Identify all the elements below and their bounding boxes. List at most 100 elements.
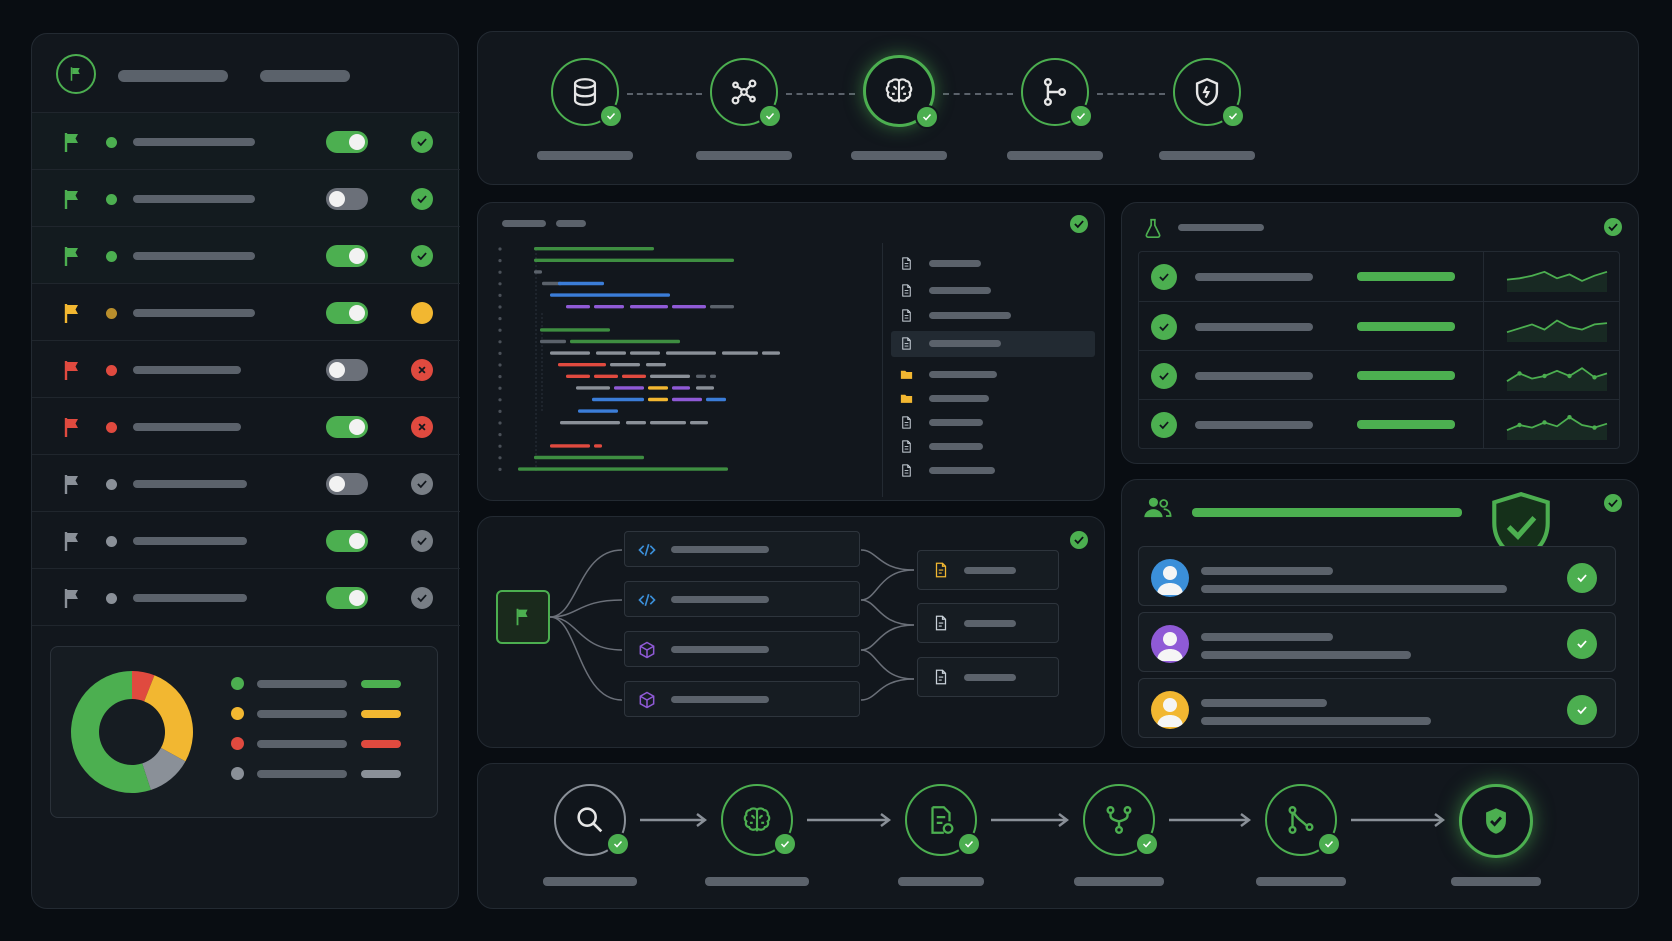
line-gutter-dot — [498, 456, 502, 460]
flag-toggle[interactable] — [326, 245, 368, 267]
donut-segment — [144, 675, 193, 762]
legend-value-bar — [361, 770, 401, 778]
file-icon — [899, 256, 914, 275]
flag-toggle[interactable] — [326, 359, 368, 381]
shield-icon — [1190, 75, 1224, 109]
flag-row[interactable] — [32, 226, 460, 283]
tests-title-placeholder — [1178, 224, 1264, 231]
legend-label-placeholder — [257, 740, 347, 748]
code-view[interactable] — [496, 243, 876, 493]
flag-toggle[interactable] — [326, 587, 368, 609]
arrow-right-icon — [991, 812, 1069, 828]
test-row[interactable] — [1139, 301, 1619, 350]
flag-row[interactable] — [32, 454, 460, 511]
editor-subtitle-placeholder — [556, 220, 586, 227]
step-label-placeholder — [1451, 877, 1541, 886]
branch-label-placeholder — [671, 646, 769, 653]
test-pass-check-icon — [1151, 363, 1177, 389]
line-gutter-dot — [498, 351, 502, 355]
file-tree-item[interactable] — [891, 458, 1095, 484]
file-icon — [899, 439, 914, 458]
arrow-right-icon — [640, 812, 707, 828]
code-token — [762, 351, 780, 355]
flow-branch-node[interactable] — [624, 631, 860, 667]
code-token — [648, 397, 668, 402]
output-label-placeholder — [964, 674, 1016, 681]
file-icon — [899, 415, 914, 434]
line-gutter-dot — [498, 421, 502, 425]
file-name-placeholder — [929, 312, 1011, 319]
code-token — [646, 363, 666, 367]
sidebar-header — [32, 34, 460, 112]
approvals-panel — [1121, 479, 1639, 748]
flag-row[interactable] — [32, 397, 460, 454]
flow-output-node[interactable] — [917, 550, 1059, 590]
code-token — [594, 374, 618, 378]
test-row[interactable] — [1139, 252, 1619, 301]
approved-check-icon — [1567, 695, 1597, 725]
flow-branch-node[interactable] — [624, 581, 860, 617]
file-tree-item[interactable] — [891, 410, 1095, 436]
file-tree-item[interactable] — [891, 362, 1095, 388]
check-status-icon — [411, 188, 433, 210]
flag-toggle[interactable] — [326, 131, 368, 153]
approver-row[interactable] — [1138, 678, 1616, 738]
step-label-placeholder — [851, 151, 947, 160]
code-token — [576, 386, 610, 390]
file-tree-item[interactable] — [891, 251, 1095, 277]
flag-toggle[interactable] — [326, 302, 368, 324]
check-status-icon — [411, 131, 433, 153]
code-token — [560, 421, 620, 425]
flow-output-node[interactable] — [917, 657, 1059, 697]
file-tree-item[interactable] — [891, 386, 1095, 412]
flag-toggle[interactable] — [326, 473, 368, 495]
flag-row[interactable] — [32, 283, 460, 340]
approvals-status-check-icon — [1604, 494, 1622, 512]
file-tree-item[interactable] — [891, 278, 1095, 304]
step-complete-check-icon — [773, 832, 797, 856]
status-dot — [106, 251, 117, 262]
approver-name-placeholder — [1201, 633, 1333, 641]
flag-row[interactable] — [32, 511, 460, 568]
step-label-placeholder — [537, 151, 633, 160]
flag-row[interactable] — [32, 112, 460, 169]
code-token — [550, 293, 670, 297]
code-token — [696, 374, 706, 378]
file-tree-item[interactable] — [891, 434, 1095, 460]
approver-detail-placeholder — [1201, 717, 1431, 725]
file-name-placeholder — [929, 419, 983, 426]
test-row[interactable] — [1139, 350, 1619, 399]
flag-toggle[interactable] — [326, 188, 368, 210]
flag-row[interactable] — [32, 568, 460, 625]
file-name-placeholder — [929, 260, 981, 267]
file-tree-item[interactable] — [891, 303, 1095, 329]
package-icon — [637, 640, 657, 664]
flag-toggle[interactable] — [326, 416, 368, 438]
flag-icon — [60, 187, 84, 215]
step-complete-check-icon — [1069, 104, 1093, 128]
shield-check-step-node[interactable] — [1459, 784, 1533, 858]
code-token — [578, 409, 618, 413]
test-name-placeholder — [1195, 372, 1313, 380]
flow-output-node[interactable] — [917, 603, 1059, 643]
code-token — [626, 421, 646, 425]
test-row[interactable] — [1139, 399, 1619, 448]
line-gutter-dot — [498, 398, 502, 402]
flow-branch-node[interactable] — [624, 681, 860, 717]
flow-branch-node[interactable] — [624, 531, 860, 567]
code-token — [710, 305, 734, 309]
file-tree — [882, 243, 1100, 497]
flag-row[interactable] — [32, 340, 460, 397]
code-token — [534, 247, 654, 251]
file-name-placeholder — [929, 395, 989, 402]
approver-row[interactable] — [1138, 546, 1616, 606]
flag-toggle[interactable] — [326, 530, 368, 552]
file-tree-item[interactable] — [891, 331, 1095, 357]
sidebar-title-placeholder — [118, 70, 228, 82]
approver-row[interactable] — [1138, 612, 1616, 672]
line-gutter-dot — [498, 328, 502, 332]
flag-row[interactable] — [32, 169, 460, 226]
flow-source-node[interactable] — [496, 590, 550, 644]
check-status-icon — [411, 245, 433, 267]
legend-value-bar — [361, 740, 401, 748]
